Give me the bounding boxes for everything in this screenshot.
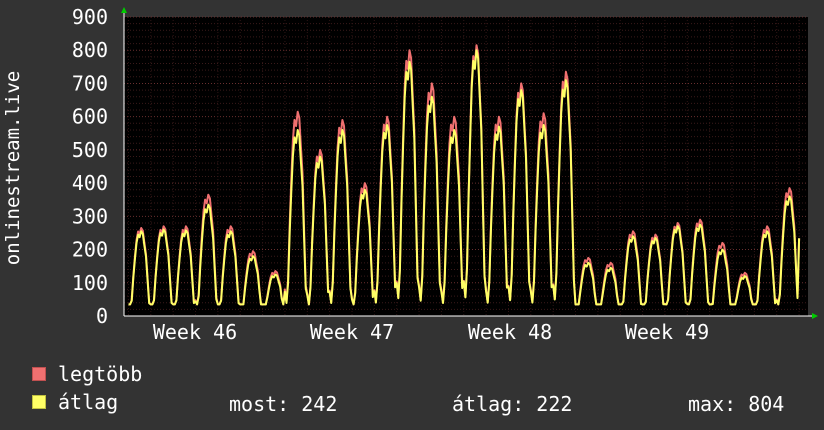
y-tick-label: 800	[72, 38, 108, 62]
max-swatch-icon	[32, 367, 46, 381]
x-axis-arrow-icon	[812, 313, 818, 319]
y-tick-label: 500	[72, 138, 108, 162]
y-axis-arrow-icon	[121, 7, 127, 13]
y-tick-label: 700	[72, 71, 108, 95]
legend-item-avg: átlag	[32, 390, 119, 414]
y-tick-label: 300	[72, 204, 108, 228]
x-tick-label: Week 48	[468, 320, 552, 344]
legend-label-avg: átlag	[58, 390, 119, 414]
avg-swatch-icon	[32, 395, 46, 409]
y-axis-ticks: 0 100 200 300 400 500 600 700 800 900	[72, 5, 108, 328]
y-tick-label: 400	[72, 171, 108, 195]
y-tick-label: 200	[72, 238, 108, 262]
x-tick-label: Week 46	[153, 320, 237, 344]
x-axis-ticks: Week 46 Week 47 Week 48 Week 49	[153, 320, 709, 344]
stat-max: max: 804	[688, 392, 785, 416]
y-tick-label: 600	[72, 105, 108, 129]
stat-average: átlag: 222	[452, 392, 573, 416]
legend-item-max: legtöbb	[32, 362, 143, 386]
x-tick-label: Week 49	[625, 320, 709, 344]
y-tick-label: 100	[72, 271, 108, 295]
x-tick-label: Week 47	[310, 320, 394, 344]
y-tick-label: 900	[72, 5, 108, 29]
y-axis-label: onlinestream.live	[2, 71, 24, 265]
stat-current: most: 242	[229, 392, 338, 416]
y-tick-label: 0	[96, 304, 108, 328]
legend-label-max: legtöbb	[58, 362, 143, 386]
